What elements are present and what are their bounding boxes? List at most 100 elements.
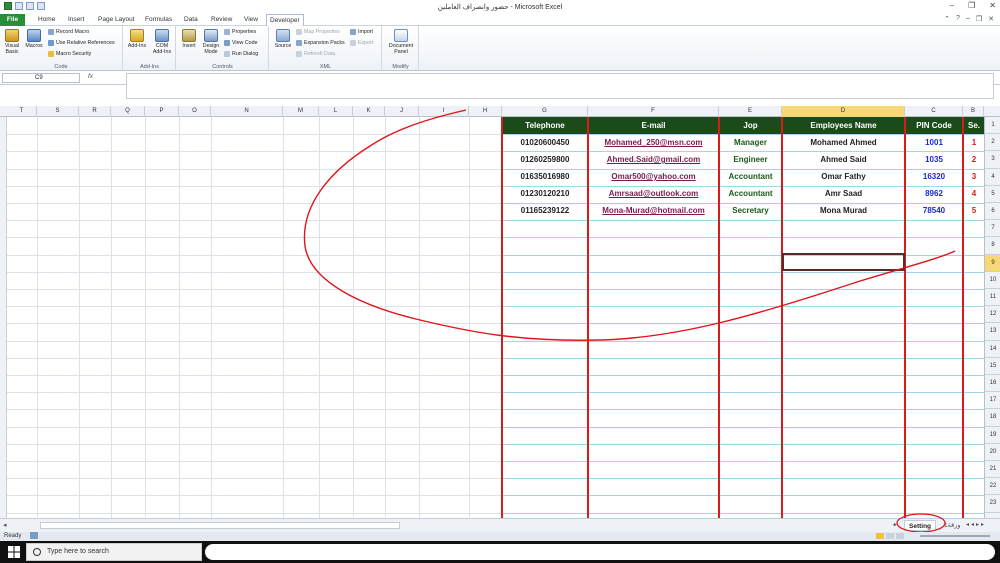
relative-references-icon xyxy=(48,40,54,46)
group-xml-label: XML xyxy=(319,64,332,70)
visual-basic-icon xyxy=(5,29,19,42)
horizontal-scrollbar[interactable] xyxy=(40,522,400,529)
document-panel-label: Document Panel xyxy=(388,43,414,55)
page-layout-view-icon[interactable] xyxy=(886,533,894,539)
import-icon xyxy=(350,29,356,35)
macros-button[interactable]: Macros xyxy=(23,29,45,49)
tab-home[interactable]: Home xyxy=(35,14,58,26)
export-icon xyxy=(350,40,356,46)
visual-basic-button[interactable]: Visual Basic xyxy=(3,29,21,55)
help-icon[interactable]: ? xyxy=(956,15,960,23)
workbook-minimize-icon[interactable]: – xyxy=(966,15,970,23)
properties-button[interactable]: Properties xyxy=(224,29,256,35)
group-modify: Document Panel Modify xyxy=(383,26,419,71)
scroll-left-icon[interactable]: ◂ xyxy=(3,521,7,529)
view-code-label: View Code xyxy=(232,40,258,46)
run-dialog-icon xyxy=(224,51,230,57)
formula-bar: C9 fx xyxy=(0,71,1000,99)
design-mode-button[interactable]: Design Mode xyxy=(200,29,222,55)
minimize-ribbon-icon[interactable]: ⌃ xyxy=(944,15,950,23)
title-bar: حضور وانصراف العاملين - Microsoft Excel … xyxy=(0,0,1000,14)
export-label: Export xyxy=(358,40,374,46)
search-icon xyxy=(33,548,41,556)
formula-input[interactable] xyxy=(126,73,994,99)
insert-control-icon xyxy=(182,29,196,42)
close-icon[interactable]: ✕ xyxy=(989,1,996,10)
tab-insert[interactable]: Insert xyxy=(65,14,87,26)
minimize-icon[interactable]: – xyxy=(950,1,954,10)
export-button[interactable]: Export xyxy=(350,40,373,46)
document-panel-icon xyxy=(394,29,408,42)
window-controls: – ❐ ✕ xyxy=(950,1,996,10)
source-label: Source xyxy=(274,43,292,49)
ribbon-tabs: File Home Insert Page Layout Formulas Da… xyxy=(0,14,1000,27)
workbook-restore-icon[interactable]: ❐ xyxy=(976,15,982,23)
group-controls: Insert Design Mode Properties View Code … xyxy=(177,26,269,71)
taskbar-search-box[interactable]: Type here to search xyxy=(26,543,202,561)
source-icon xyxy=(276,29,290,42)
import-button[interactable]: Import xyxy=(350,29,373,35)
search-placeholder: Type here to search xyxy=(47,548,109,555)
tab-formulas[interactable]: Formulas xyxy=(142,14,175,26)
addins-button[interactable]: Add-Ins xyxy=(127,29,147,49)
group-controls-label: Controls xyxy=(212,64,233,70)
workbook-close-icon[interactable]: ✕ xyxy=(988,15,994,23)
view-buttons xyxy=(876,533,904,539)
macro-security-button[interactable]: Macro Security xyxy=(48,51,91,57)
addins-label: Add-Ins xyxy=(127,43,147,49)
name-box[interactable]: C9 xyxy=(2,73,80,83)
tab-file[interactable]: File xyxy=(0,14,25,26)
restore-icon[interactable]: ❐ xyxy=(968,1,975,10)
status-bar: Ready xyxy=(0,532,1000,541)
map-properties-button[interactable]: Map Properties xyxy=(296,29,340,35)
group-addins-label: Add-Ins xyxy=(140,64,159,70)
design-mode-label: Design Mode xyxy=(202,43,220,55)
redacted-taskbar-area xyxy=(205,544,995,560)
zoom-slider[interactable] xyxy=(920,535,990,537)
view-code-button[interactable]: View Code xyxy=(224,40,258,46)
ribbon-right-icons: ⌃ ? – ❐ ✕ xyxy=(944,15,994,23)
tab-review[interactable]: Review xyxy=(208,14,235,26)
addins-icon xyxy=(130,29,144,42)
com-addins-icon xyxy=(155,29,169,42)
group-code: Visual Basic Macros Record Macro Use Rel… xyxy=(0,26,123,71)
run-dialog-label: Run Dialog xyxy=(232,51,259,57)
refresh-data-button[interactable]: Refresh Data xyxy=(296,51,335,57)
normal-view-icon[interactable] xyxy=(876,533,884,539)
use-relative-references-button[interactable]: Use Relative References xyxy=(48,40,115,46)
worksheet-grid[interactable]: T S R Q P O N M L K J I H G F E D C B Te… xyxy=(0,106,1000,518)
macros-label: Macros xyxy=(25,43,43,49)
sheet-tab-bar: ◂ ✦ Setting ورقة1 ◂◂▸▸ xyxy=(0,513,1000,533)
insert-control-button[interactable]: Insert xyxy=(179,29,199,49)
group-xml: Source Map Properties Expansion Packs Re… xyxy=(270,26,382,71)
tab-page-layout[interactable]: Page Layout xyxy=(95,14,138,26)
map-properties-icon xyxy=(296,29,302,35)
macro-security-label: Macro Security xyxy=(56,51,92,57)
hand-drawn-annotation xyxy=(303,109,956,341)
source-button[interactable]: Source xyxy=(272,29,294,49)
macros-icon xyxy=(27,29,41,42)
sheet-nav-arrows-icon[interactable]: ◂◂▸▸ xyxy=(966,521,986,528)
properties-icon xyxy=(224,29,230,35)
windows-start-icon[interactable] xyxy=(8,546,20,558)
status-ready: Ready xyxy=(4,533,22,539)
page-break-view-icon[interactable] xyxy=(896,533,904,539)
tab-data[interactable]: Data xyxy=(181,14,201,26)
record-macro-button[interactable]: Record Macro xyxy=(48,29,89,35)
refresh-data-label: Refresh Data xyxy=(304,51,336,57)
use-relative-label: Use Relative References xyxy=(56,40,115,46)
document-panel-button[interactable]: Document Panel xyxy=(385,29,417,55)
com-addins-button[interactable]: COM Add-Ins xyxy=(151,29,173,55)
window-title: حضور وانصراف العاملين - Microsoft Excel xyxy=(437,4,563,11)
macro-record-icon[interactable] xyxy=(30,532,38,539)
expansion-packs-button[interactable]: Expansion Packs xyxy=(296,40,345,46)
record-macro-label: Record Macro xyxy=(56,29,90,35)
design-mode-icon xyxy=(204,29,218,42)
tab-view[interactable]: View xyxy=(241,14,261,26)
ribbon: Visual Basic Macros Record Macro Use Rel… xyxy=(0,26,1000,71)
import-label: Import xyxy=(358,29,374,35)
expansion-packs-label: Expansion Packs xyxy=(304,40,345,46)
map-properties-label: Map Properties xyxy=(304,29,340,35)
fx-icon[interactable]: fx xyxy=(88,73,93,80)
run-dialog-button[interactable]: Run Dialog xyxy=(224,51,258,57)
